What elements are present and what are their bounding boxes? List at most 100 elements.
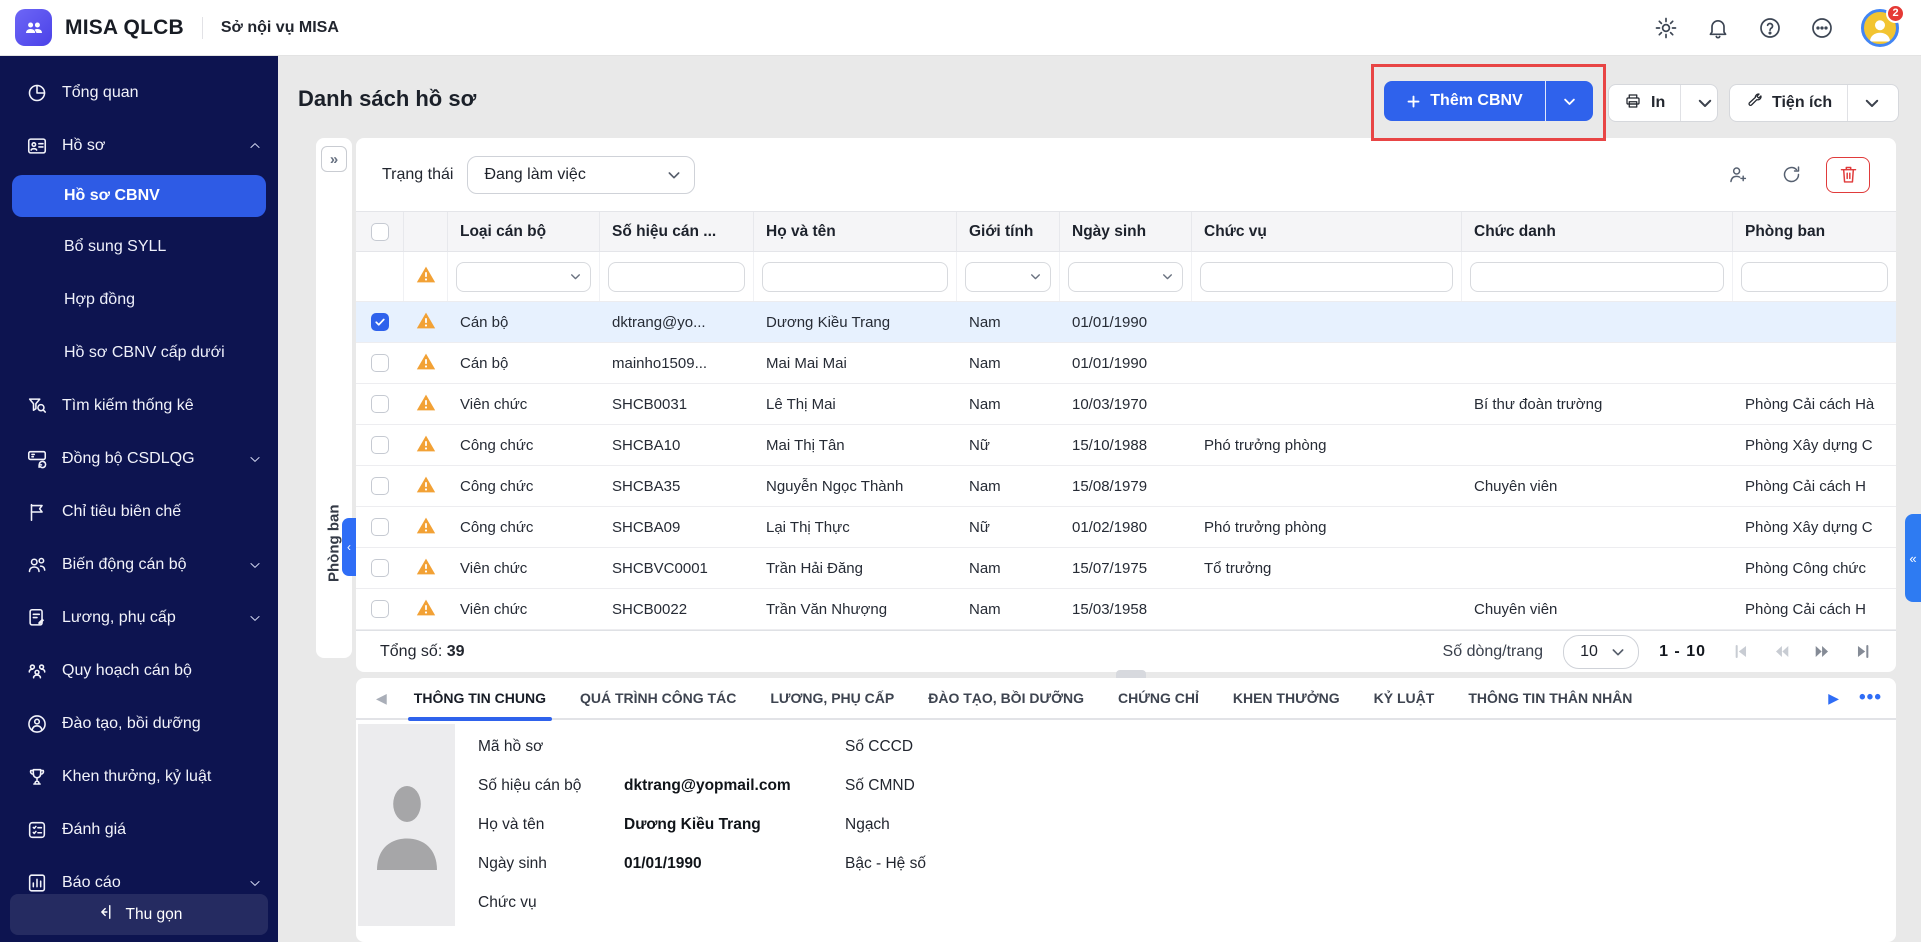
collapse-sidebar-button[interactable]: Thu gọn (10, 894, 268, 935)
tabs-more-icon[interactable]: ••• (1859, 687, 1882, 709)
delete-icon[interactable] (1826, 156, 1870, 193)
tab-item[interactable]: CHỨNG CHỈ (1118, 677, 1199, 719)
panel-toggle-tab[interactable]: ‹ (342, 518, 356, 576)
print-dropdown[interactable] (1681, 85, 1729, 121)
rows-per-page-select[interactable]: 10 (1563, 634, 1640, 669)
tab-item[interactable]: KHEN THƯỞNG (1233, 677, 1340, 719)
right-panel-expander[interactable]: « (1905, 514, 1921, 602)
sidebar-item-people-change[interactable]: Biến động cán bộ (0, 538, 278, 591)
column-header[interactable]: Chức vụ (1192, 212, 1462, 251)
print-button[interactable]: In (1608, 84, 1718, 122)
first-page-icon[interactable] (1732, 643, 1749, 660)
tabs-scroll-left-icon[interactable]: ◀ (366, 690, 397, 707)
table-row[interactable]: Viên chức SHCB0022 Trần Văn Nhượng Nam 15/03… (356, 589, 1896, 630)
employee-view-icon[interactable] (1718, 157, 1756, 193)
chevron-down-icon (1161, 270, 1174, 283)
warning-icon (416, 352, 436, 375)
table-row[interactable]: Cán bộ dktrang@yo... Dương Kiều Trang Nam 01… (356, 302, 1896, 343)
filter-select[interactable] (965, 261, 1051, 292)
sidebar-item-planning[interactable]: Quy hoạch cán bộ (0, 644, 278, 697)
row-checkbox[interactable] (371, 313, 389, 331)
filter-select[interactable] (456, 261, 591, 292)
sidebar-item-search-stats[interactable]: Tìm kiếm thống kê (0, 379, 278, 432)
sidebar-item-label: Báo cáo (62, 873, 121, 891)
sidebar-item-award[interactable]: Khen thưởng, kỷ luật (0, 750, 278, 803)
utilities-dropdown[interactable] (1848, 85, 1896, 121)
table-row[interactable]: Công chức SHCBA35 Nguyễn Ngọc Thành Nam 15/0… (356, 466, 1896, 507)
table-cell: SHCBA09 (612, 518, 681, 536)
tab-item[interactable]: ĐÀO TẠO, BỒI DƯỠNG (928, 677, 1084, 719)
sidebar-item-profile[interactable]: Hồ sơ (0, 119, 278, 172)
sidebar-item-overview[interactable]: Tổng quan (0, 66, 278, 119)
row-checkbox[interactable] (371, 518, 389, 536)
sidebar-subitem[interactable]: Bổ sung SYLL (0, 220, 278, 273)
table-cell: Mai Thị Tân (766, 436, 845, 454)
sidebar-subitem[interactable]: Hợp đồng (0, 273, 278, 326)
previous-page-icon[interactable] (1773, 643, 1790, 660)
column-header[interactable]: Ngày sinh (1060, 212, 1192, 251)
column-header[interactable]: Số hiệu cán ... (600, 212, 754, 251)
settings-icon[interactable] (1653, 15, 1679, 41)
table-cell (1192, 466, 1462, 506)
warning-icon (416, 475, 436, 498)
last-page-icon[interactable] (1855, 643, 1872, 660)
refresh-icon[interactable] (1772, 157, 1810, 193)
row-checkbox[interactable] (371, 436, 389, 454)
tab-item[interactable]: QUÁ TRÌNH CÔNG TÁC (580, 677, 736, 719)
table-row[interactable]: Công chức SHCBA10 Mai Thị Tân Nữ 15/10/1988 P… (356, 425, 1896, 466)
sidebar-item-flag[interactable]: Chỉ tiêu biên chế (0, 485, 278, 538)
training-icon (26, 713, 48, 735)
sidebar-item-sync[interactable]: Đồng bộ CSDLQG (0, 432, 278, 485)
search-stats-icon (26, 395, 48, 417)
user-avatar[interactable]: 2 (1861, 3, 1905, 47)
table-row[interactable]: Cán bộ mainho1509... Mai Mai Mai Nam 01/01/1… (356, 343, 1896, 384)
tab-item[interactable]: KỶ LUẬT (1374, 677, 1435, 719)
add-cbnv-dropdown[interactable] (1546, 81, 1593, 121)
add-cbnv-button[interactable]: Thêm CBNV (1384, 81, 1593, 121)
filter-input[interactable] (608, 261, 745, 292)
table-cell: Nữ (969, 436, 990, 454)
table-row[interactable]: Công chức SHCBA09 Lại Thị Thực Nữ 01/02/1980… (356, 507, 1896, 548)
sidebar-item-evaluation[interactable]: Đánh giá (0, 803, 278, 856)
row-checkbox[interactable] (371, 354, 389, 372)
column-header[interactable]: Giới tính (957, 212, 1060, 251)
field-label: Ngày sinh (478, 855, 547, 872)
tab-active[interactable]: THÔNG TIN CHUNG (407, 677, 553, 721)
row-checkbox[interactable] (371, 477, 389, 495)
column-header[interactable]: Loại cán bộ (448, 212, 600, 251)
tab-item[interactable]: LƯƠNG, PHỤ CẤP (770, 677, 894, 719)
sidebar-subitem[interactable]: Hồ sơ CBNV (12, 175, 266, 217)
filter-input[interactable] (1741, 261, 1888, 292)
column-header[interactable]: Phòng ban (1733, 212, 1896, 251)
notifications-icon[interactable] (1705, 15, 1731, 41)
table-cell: 15/07/1975 (1072, 559, 1148, 577)
sidebar-subitem[interactable]: Hồ sơ CBNV cấp dưới (0, 326, 278, 379)
tabs-scroll-right-icon[interactable]: ▶ (1828, 690, 1839, 707)
filter-input[interactable] (1470, 261, 1724, 292)
status-select[interactable]: Đang làm việc (467, 155, 696, 194)
next-page-icon[interactable] (1814, 643, 1831, 660)
expand-panel-button[interactable]: » (321, 146, 347, 172)
column-header[interactable]: Chức danh (1462, 212, 1733, 251)
table-cell (1462, 507, 1733, 547)
more-icon[interactable] (1809, 15, 1835, 41)
help-icon[interactable] (1757, 15, 1783, 41)
sidebar-item-training[interactable]: Đào tạo, bồi dưỡng (0, 697, 278, 750)
filter-select[interactable] (1068, 261, 1183, 292)
table-cell: Tổ trưởng (1204, 559, 1272, 577)
row-checkbox[interactable] (371, 559, 389, 577)
column-header[interactable]: Họ và tên (754, 212, 957, 251)
filter-input[interactable] (762, 261, 948, 292)
row-checkbox[interactable] (371, 395, 389, 413)
utilities-button[interactable]: Tiện ích (1729, 84, 1899, 122)
filter-input[interactable] (1200, 261, 1453, 292)
table-row[interactable]: Viên chức SHCB0031 Lê Thị Mai Nam 10/03/1970… (356, 384, 1896, 425)
table-row[interactable]: Viên chức SHCBVC0001 Trần Hải Đăng Nam 15/07… (356, 548, 1896, 589)
select-all-checkbox[interactable] (370, 222, 389, 241)
warning-filter-icon[interactable] (416, 265, 436, 289)
table-cell: Phòng Cải cách H (1745, 477, 1866, 495)
row-checkbox[interactable] (371, 600, 389, 618)
app-logo-icon[interactable] (15, 9, 52, 46)
sidebar-item-salary[interactable]: Lương, phụ cấp (0, 591, 278, 644)
tab-item[interactable]: THÔNG TIN THÂN NHÂN (1468, 677, 1632, 719)
